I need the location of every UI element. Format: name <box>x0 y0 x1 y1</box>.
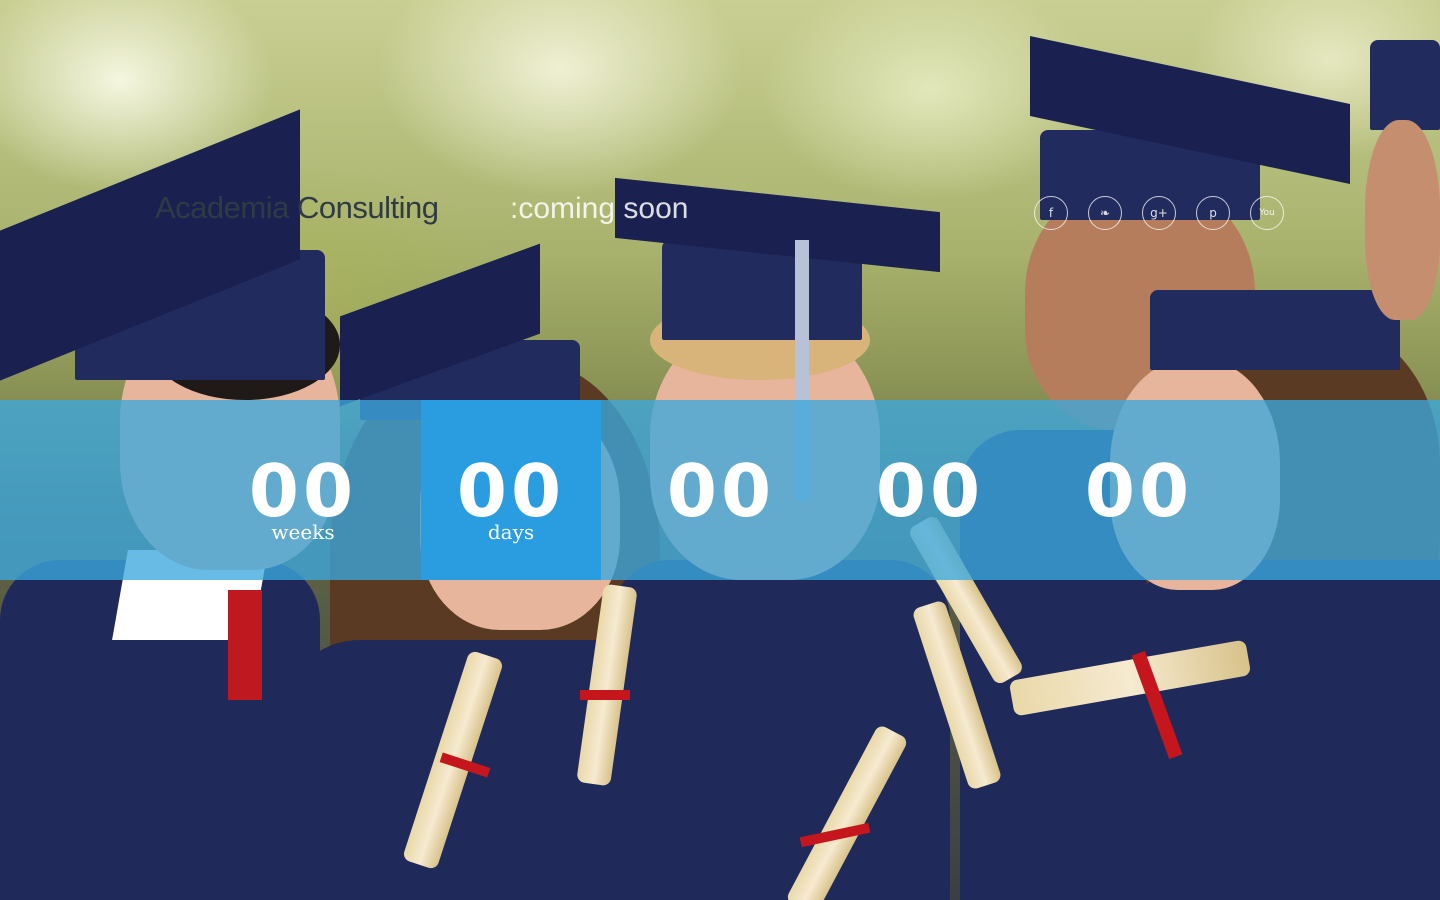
youtube-icon[interactable]: You <box>1250 196 1284 230</box>
brand-title[interactable]: Academia Consulting <box>155 190 439 226</box>
days-label: days <box>487 520 535 544</box>
coming-soon-tagline: :coming soon <box>510 192 689 225</box>
pinterest-icon[interactable]: p <box>1196 196 1230 230</box>
minutes-value: 00 <box>875 449 985 533</box>
countdown-hours: 00 <box>631 400 811 580</box>
hours-value: 00 <box>666 449 776 533</box>
twitter-icon[interactable]: ❧ <box>1088 196 1122 230</box>
twitter-glyph: ❧ <box>1099 206 1111 220</box>
weeks-label: weeks <box>271 520 335 544</box>
seconds-value: 00 <box>1084 449 1194 533</box>
google-plus-icon[interactable]: g+ <box>1142 196 1176 230</box>
facebook-icon[interactable]: f <box>1034 196 1068 230</box>
countdown-seconds: 00 <box>1049 400 1229 580</box>
pinterest-glyph: p <box>1209 206 1217 220</box>
countdown-weeks: 00 weeks <box>213 400 393 580</box>
background-photo: Academia Consulting :coming soon f ❧ g+ … <box>0 0 1440 900</box>
facebook-glyph: f <box>1048 206 1054 220</box>
countdown-days: 00 days <box>421 400 601 580</box>
countdown-minutes: 00 <box>840 400 1020 580</box>
google-plus-glyph: g+ <box>1150 206 1168 220</box>
youtube-glyph: You <box>1259 208 1275 218</box>
